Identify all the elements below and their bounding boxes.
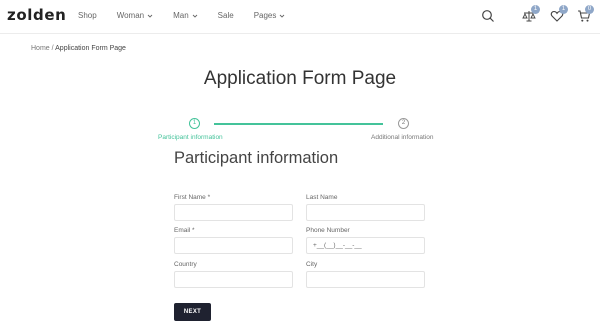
nav-item-label: Pages [253,11,277,20]
chevron-down-icon [147,14,153,18]
country-label: Country [174,261,197,268]
phone-label: Phone Number [306,227,350,234]
compare-count-badge: 1 [531,5,540,14]
site-header: zolden Shop Woman Man Sale Pages 1 1 0 [0,0,600,34]
section-title: Participant information [174,149,339,167]
site-logo[interactable]: zolden [7,6,66,24]
cart-button[interactable]: 0 [576,5,594,24]
header-actions: 1 1 0 [480,5,598,26]
city-label: City [306,261,318,268]
chevron-down-icon [280,14,285,18]
wishlist-count-badge: 1 [559,5,568,14]
page-title: Application Form Page [203,68,397,89]
email-field[interactable] [174,237,293,254]
step-1-indicator[interactable]: 1 [189,118,200,129]
last-name-label: Last Name [306,194,338,201]
breadcrumb-current: Application Form Page [55,45,126,52]
first-name-label: First Name * [174,194,211,201]
breadcrumb: Home / Application Form Page [31,45,126,52]
country-field[interactable] [174,271,293,288]
nav-item-shop[interactable]: Shop [78,11,97,20]
phone-field[interactable]: +__(__)__-__-__ [306,237,425,254]
step-2-label: Additional information [371,134,434,141]
nav-item-label: Woman [116,11,145,20]
step-1-label: Participant information [158,134,223,141]
next-button[interactable]: NEXT [174,303,211,321]
step-2-indicator[interactable]: 2 [398,118,409,129]
email-label: Email * [174,227,195,234]
nav-item-sale[interactable]: Sale [218,11,234,20]
nav-item-label: Shop [78,11,97,20]
wishlist-button[interactable]: 1 [549,5,568,24]
step-progress-line [214,123,383,125]
chevron-down-icon [192,14,197,18]
compare-button[interactable]: 1 [521,5,540,24]
nav-item-label: Man [173,11,189,20]
nav-item-pages[interactable]: Pages [254,11,286,20]
breadcrumb-home-link[interactable]: Home [31,45,50,52]
nav-item-woman[interactable]: Woman [117,11,153,20]
nav-item-man[interactable]: Man [173,11,198,20]
main-nav: Shop Woman Man Sale Pages [78,11,305,20]
search-icon[interactable] [480,8,496,24]
first-name-field[interactable] [174,204,293,221]
nav-item-label: Sale [217,11,234,20]
cart-count-badge: 0 [585,5,594,14]
city-field[interactable] [306,271,425,288]
last-name-field[interactable] [306,204,425,221]
